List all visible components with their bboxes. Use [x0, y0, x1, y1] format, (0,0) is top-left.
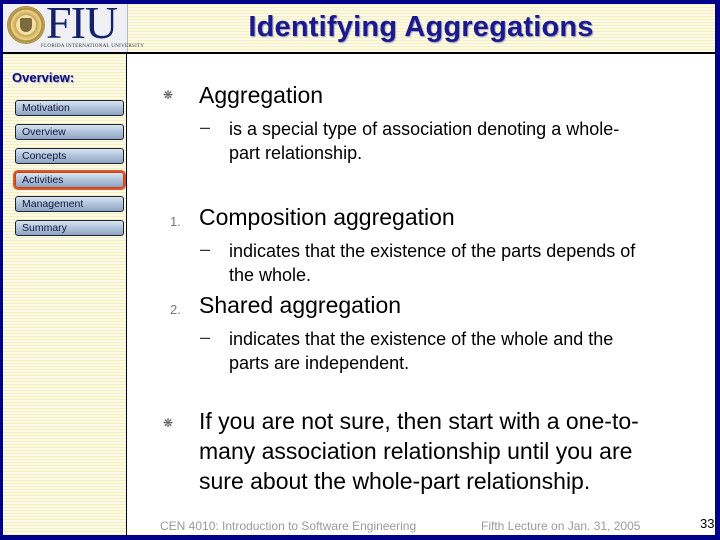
footer-course: CEN 4010: Introduction to Software Engin…: [160, 519, 417, 533]
sidebar-item-overview[interactable]: Overview: [15, 124, 124, 140]
sub-bullet-line: the whole.: [229, 265, 312, 285]
slide-title: Identifying Aggregations: [248, 11, 594, 43]
bullet-shared-aggregation: Shared aggregation: [199, 292, 402, 318]
list-number: 2.: [170, 302, 181, 317]
sub-bullet-line: indicates that the existence of the part…: [229, 241, 636, 261]
list-number: 1.: [170, 214, 181, 229]
dash-marker: –: [200, 327, 211, 347]
sub-bullet-line: is a special type of association denotin…: [229, 119, 620, 139]
sidebar: Overview: Motivation Overview Concepts A…: [3, 54, 127, 535]
bullet-aggregation: Aggregation: [199, 82, 324, 108]
sidebar-heading: Overview:: [12, 70, 75, 85]
dash-marker: –: [200, 117, 211, 137]
fiu-logo: FIU FLORIDA INTERNATIONAL UNIVERSITY: [3, 4, 144, 52]
sidebar-item-activities[interactable]: Activities: [15, 172, 124, 188]
bullet-composition-aggregation: Composition aggregation: [199, 204, 455, 230]
seal-emblem: [20, 18, 32, 32]
sub-bullet-line: parts are independent.: [229, 353, 410, 373]
bullet-star-icon: ❋: [163, 416, 174, 430]
sidebar-item-management[interactable]: Management: [15, 196, 124, 212]
bullet-star-icon: ❋: [163, 88, 174, 102]
sidebar-item-motivation[interactable]: Motivation: [15, 100, 124, 116]
sidebar-item-concepts[interactable]: Concepts: [15, 148, 124, 164]
bullet-not-sure-line: If you are not sure, then start with a o…: [199, 408, 639, 434]
university-seal-icon: [8, 7, 44, 43]
dash-marker: –: [200, 239, 211, 259]
sidebar-item-summary[interactable]: Summary: [15, 220, 124, 236]
bullet-not-sure-line: sure about the whole-part relationship.: [199, 468, 591, 494]
sub-bullet-line: indicates that the existence of the whol…: [229, 329, 614, 349]
bullet-not-sure-line: many association relationship until you …: [199, 438, 633, 464]
sub-bullet-line: part relationship.: [229, 143, 363, 163]
slide-frame: FIU FLORIDA INTERNATIONAL UNIVERSITY Ide…: [3, 4, 715, 535]
slide-header: FIU FLORIDA INTERNATIONAL UNIVERSITY Ide…: [3, 4, 715, 54]
footer-lecture: Fifth Lecture on Jan. 31, 2005: [481, 519, 641, 533]
slide-content: ❋ Aggregation – is a special type of ass…: [133, 54, 715, 535]
logo-text: FIU: [46, 4, 118, 48]
page-number: 33: [700, 516, 715, 531]
